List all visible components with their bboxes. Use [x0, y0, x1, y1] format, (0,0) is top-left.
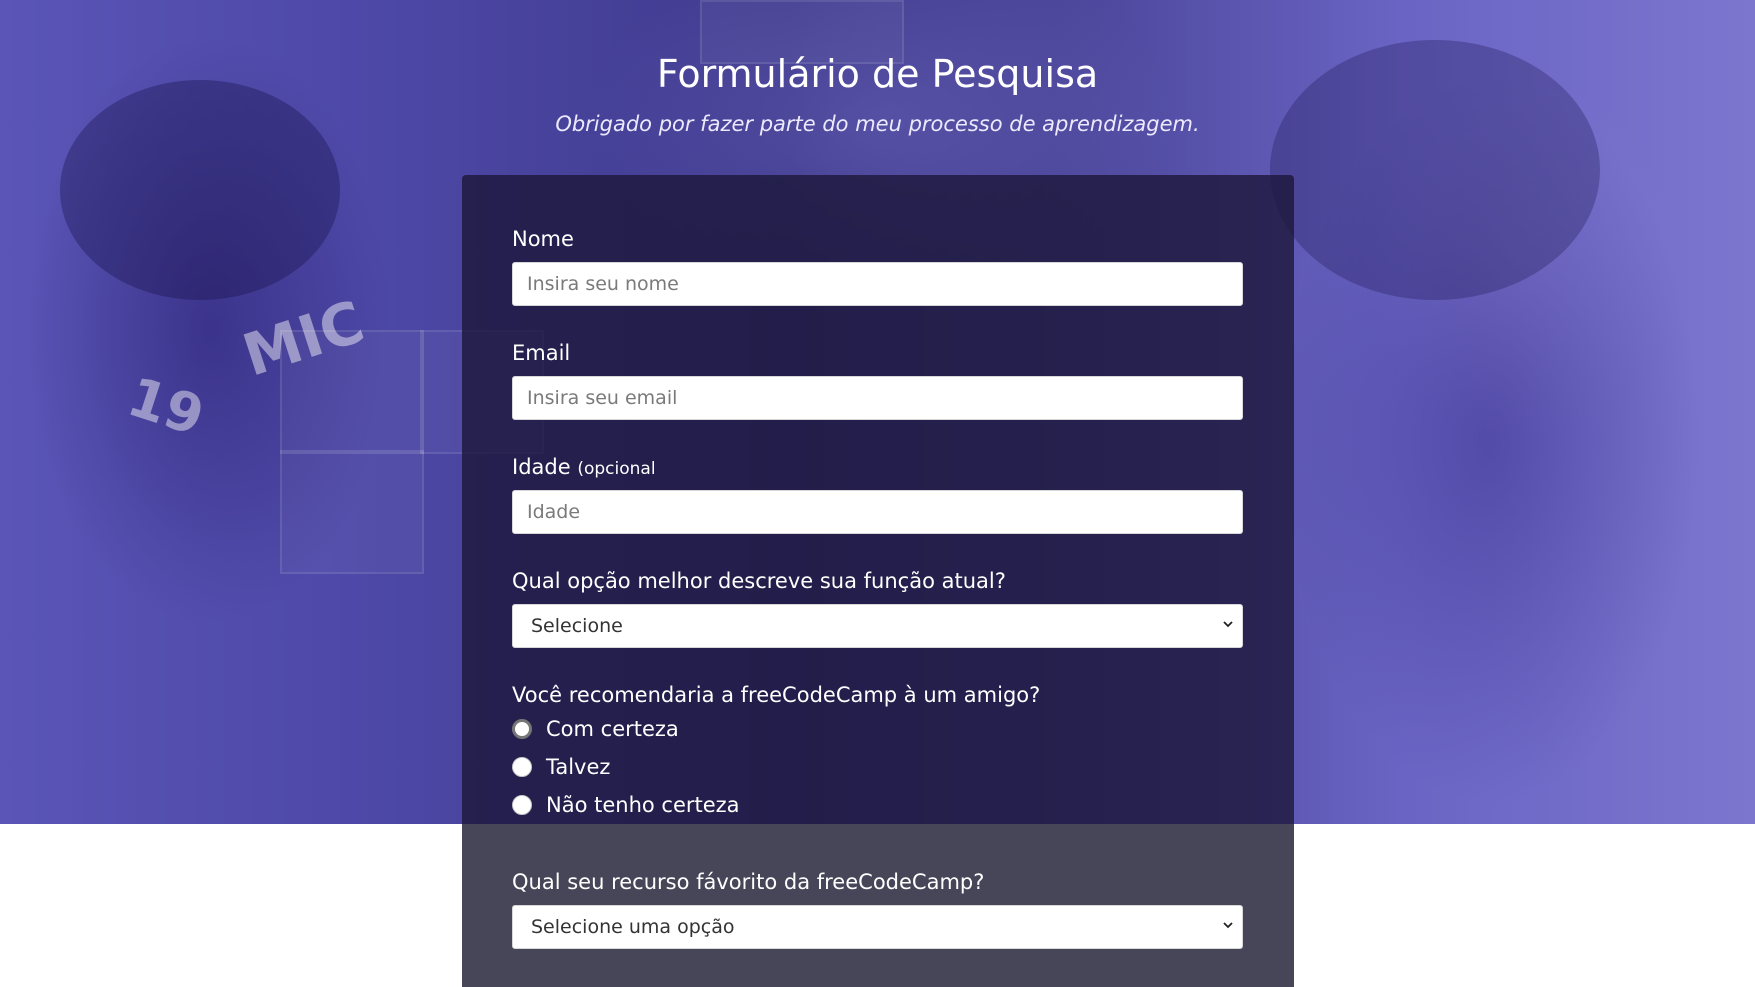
age-label-text: Idade: [512, 455, 571, 479]
recommend-field-group: Você recomendaria a freeCodeCamp à um am…: [512, 680, 1243, 824]
radio-button[interactable]: [512, 719, 532, 739]
chevron-down-icon: [1222, 906, 1234, 948]
page-title: Formulário de Pesquisa: [656, 52, 1099, 96]
role-label: Qual opção melhor descreve sua função at…: [512, 569, 1006, 593]
radio-label: Com certeza: [546, 717, 679, 741]
email-label: Email: [512, 341, 571, 365]
page-description: Obrigado por fazer parte do meu processo…: [555, 112, 1200, 136]
name-input[interactable]: [512, 262, 1243, 306]
favorite-field-group: Qual seu recurso fávorito da freeCodeCam…: [512, 867, 1243, 949]
name-field-group: Nome: [512, 224, 1243, 306]
radio-label: Não tenho certeza: [546, 793, 740, 817]
age-label: Idade (opcional: [512, 452, 1243, 482]
name-label: Nome: [512, 227, 574, 251]
role-selected-value: Selecione: [531, 615, 623, 637]
email-input[interactable]: [512, 376, 1243, 420]
radio-option-talvez[interactable]: Talvez: [512, 748, 1243, 786]
age-input[interactable]: [512, 490, 1243, 534]
chevron-down-icon: [1222, 605, 1234, 647]
shirt-number: 19: [120, 365, 212, 449]
role-dropdown[interactable]: Selecione: [512, 604, 1243, 648]
radio-label: Talvez: [546, 755, 611, 779]
email-field-group: Email: [512, 338, 1243, 420]
favorite-dropdown[interactable]: Selecione uma opção: [512, 905, 1243, 949]
favorite-label: Qual seu recurso fávorito da freeCodeCam…: [512, 870, 985, 894]
recommend-label: Você recomendaria a freeCodeCamp à um am…: [512, 683, 1041, 707]
background-tile: [280, 450, 424, 574]
radio-button[interactable]: [512, 757, 532, 777]
radio-option-com-certeza[interactable]: Com certeza: [512, 710, 1243, 748]
radio-button[interactable]: [512, 795, 532, 815]
radio-option-nao-tenho-certeza[interactable]: Não tenho certeza: [512, 786, 1243, 824]
survey-form: Nome Email Idade (opcional Qual opção me…: [462, 175, 1294, 987]
role-field-group: Qual opção melhor descreve sua função at…: [512, 566, 1243, 648]
age-optional-clue: (opcional: [577, 459, 656, 479]
favorite-selected-value: Selecione uma opção: [531, 916, 735, 938]
age-field-group: Idade (opcional: [512, 452, 1243, 534]
